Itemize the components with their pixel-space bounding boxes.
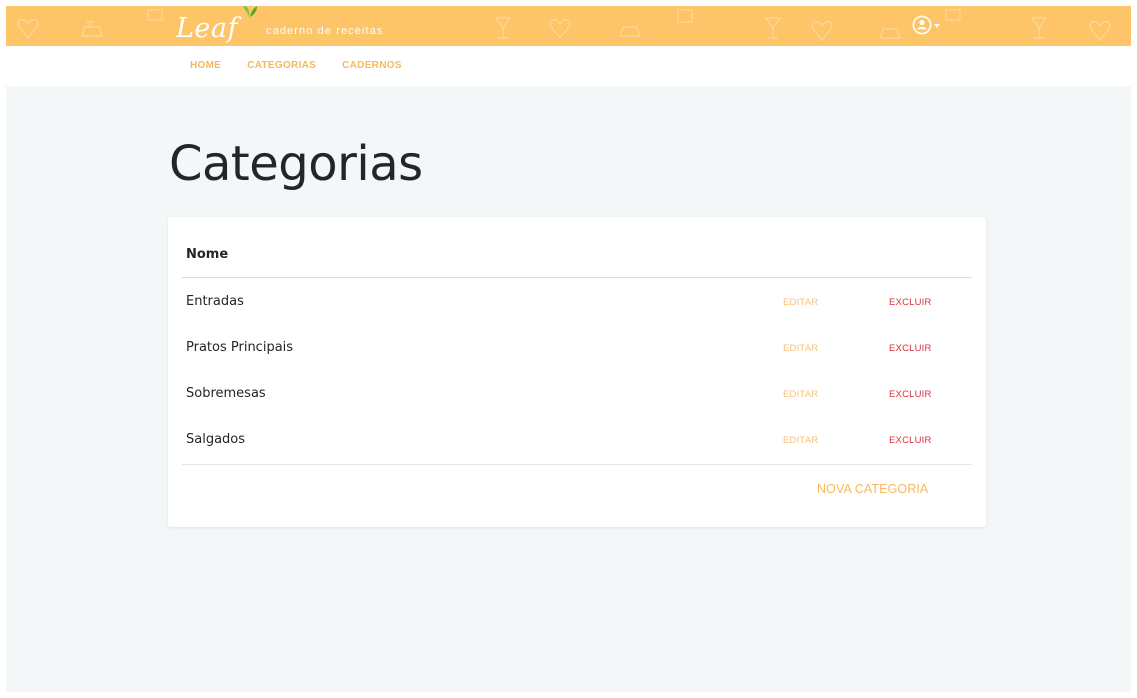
brand-tagline: caderno de receitas [266,25,384,37]
app-frame: Leaf caderno de receitas HOME CATEGORIAS… [6,6,1131,692]
top-header: Leaf caderno de receitas [6,6,1131,46]
edit-button[interactable]: EDITAR [783,435,818,446]
table-row: Salgados EDITAR EXCLUIR [182,417,972,463]
brand-logo[interactable]: Leaf caderno de receitas [176,6,384,44]
table-row: Pratos Principais EDITAR EXCLUIR [182,325,972,371]
nav-categorias[interactable]: CATEGORIAS [247,60,316,71]
caret-down-icon [934,24,940,28]
user-menu[interactable] [912,15,940,35]
edit-button[interactable]: EDITAR [783,297,818,308]
edit-button[interactable]: EDITAR [783,343,818,354]
header-divider [182,277,972,278]
main-nav: HOME CATEGORIAS CADERNOS [6,46,1131,86]
category-name: Salgados [186,432,246,447]
category-name: Entradas [186,294,244,309]
page-title: Categorias [169,136,423,192]
delete-button[interactable]: EXCLUIR [889,297,932,308]
account-circle-icon [912,15,932,35]
leaf-icon [243,6,257,17]
delete-button[interactable]: EXCLUIR [889,343,932,354]
delete-button[interactable]: EXCLUIR [889,435,932,446]
table-row: Sobremesas EDITAR EXCLUIR [182,371,972,417]
table-row: Entradas EDITAR EXCLUIR [182,279,972,325]
nav-cadernos[interactable]: CADERNOS [342,60,402,71]
category-name: Pratos Principais [186,340,294,355]
edit-button[interactable]: EDITAR [783,389,818,400]
column-header-nome: Nome [186,247,229,262]
brand-name: Leaf [176,13,238,44]
nav-home[interactable]: HOME [190,60,221,71]
category-name: Sobremesas [186,386,266,401]
nav-links: HOME CATEGORIAS CADERNOS [190,60,428,71]
footer-divider [182,464,972,465]
header-pattern [17,9,1111,41]
new-category-button[interactable]: NOVA CATEGORIA [817,482,928,496]
delete-button[interactable]: EXCLUIR [889,389,932,400]
categories-card: Nome Entradas EDITAR EXCLUIR Pratos Prin… [168,217,986,527]
